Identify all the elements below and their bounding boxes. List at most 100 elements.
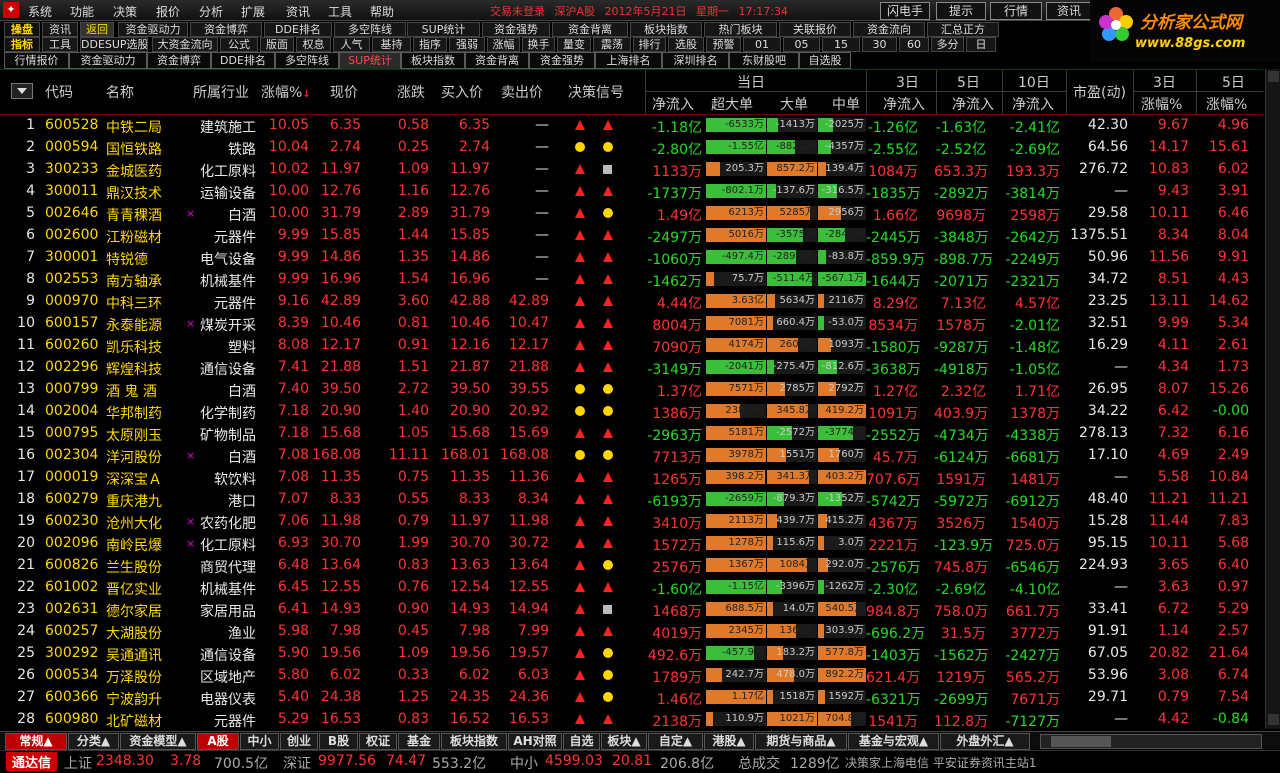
toolbar-left-button[interactable]: 返回 (80, 22, 114, 37)
header-code[interactable]: 代码 (45, 82, 73, 102)
stock-name[interactable]: 洋河股份 (106, 447, 162, 467)
header-medium[interactable]: 中单 (832, 94, 860, 114)
stock-name[interactable]: 辉煌科技 (106, 359, 162, 379)
stock-code[interactable]: 300011 (45, 183, 98, 199)
stock-name[interactable]: 兰生股份 (106, 557, 162, 577)
table-row[interactable]: 9 000970 中科三环 元器件 9.16 42.89 3.60 42.88 42.89 4.4… (0, 290, 1263, 312)
tab-12[interactable]: 自选股 (799, 52, 851, 69)
table-row[interactable]: 21 600826 兰生股份 商贸代理 6.48 13.64 0.83 13.63 13.64 2… (0, 554, 1263, 576)
toolbar-button[interactable]: 资金驱动力 (118, 22, 188, 37)
stock-name[interactable]: 深深宝Ａ (106, 469, 162, 489)
stock-code[interactable]: 600528 (45, 117, 98, 133)
header-signal[interactable]: 决策信号 (568, 82, 624, 102)
table-row[interactable]: 7 300001 特锐德 电气设备 9.99 14.86 1.35 14.86— -1060万 -… (0, 246, 1263, 268)
table-row[interactable]: 24 600257 大湖股份 渔业 5.98 7.98 0.45 7.98 7.99 4019万 2… (0, 620, 1263, 642)
table-row[interactable]: 28 600980 北矿磁材 元器件 5.29 16.53 0.83 16.52 16.53 21… (0, 708, 1263, 730)
table-row[interactable]: 2 000594 国恒铁路 铁路 10.04 2.74 0.25 2.74— -2.80亿 -1.… (0, 136, 1263, 158)
toolbar-button[interactable]: 大资金流向 (152, 37, 218, 52)
table-row[interactable]: 10 600157 永泰能源 × 煤炭开采 8.39 10.46 0.81 10.46 10.47… (0, 312, 1263, 334)
toolbar-button[interactable]: SUP统计 (407, 22, 480, 37)
table-row[interactable]: 3 300233 金城医药 化工原料 10.02 11.97 1.09 11.97—1133万… (0, 158, 1263, 180)
toolbar-button[interactable]: 30 (862, 37, 897, 52)
menu-item[interactable]: 报价 (156, 3, 180, 20)
stock-name[interactable]: 特锐德 (106, 249, 148, 269)
stock-code[interactable]: 300292 (45, 645, 98, 661)
bottom-tab-1[interactable]: 分类▲ (68, 733, 119, 750)
stock-code[interactable]: 300233 (45, 161, 98, 177)
bottom-tab-3[interactable]: A股 (197, 733, 239, 750)
stock-code[interactable]: 300001 (45, 249, 98, 265)
toolbar-left-button[interactable]: 工具 (42, 37, 78, 52)
header-large[interactable]: 大单 (780, 94, 808, 114)
stock-name[interactable]: 大湖股份 (106, 623, 162, 643)
stock-code[interactable]: 600980 (45, 711, 98, 727)
tab-1[interactable]: 资金驱动力 (69, 52, 147, 69)
header-net-inflow[interactable]: 净流入 (652, 94, 694, 114)
toolbar-button[interactable]: 15 (822, 37, 860, 52)
stock-name[interactable]: 华邦制药 (106, 403, 162, 423)
menu-item[interactable]: 工具 (328, 3, 352, 20)
bottom-tab-0[interactable]: 常规▲ (5, 733, 67, 750)
bottom-tab-10[interactable]: AH对照 (508, 733, 562, 750)
stock-code[interactable]: 002600 (45, 227, 98, 243)
toolbar-button[interactable]: 换手 (522, 37, 555, 52)
stock-code[interactable]: 000970 (45, 293, 98, 309)
stock-code[interactable]: 600157 (45, 315, 98, 331)
table-row[interactable]: 4 300011 鼎汉技术 运输设备 10.00 12.76 1.16 12.76— -1737… (0, 180, 1263, 202)
toolbar-button[interactable]: 公式 (220, 37, 258, 52)
toolbar-button[interactable]: 热门板块 (704, 22, 777, 37)
stock-code[interactable]: 002296 (45, 359, 98, 375)
table-row[interactable]: 20 002096 南岭民爆 × 化工原料 6.93 30.70 1.99 30.70 30.72… (0, 532, 1263, 554)
zx-index-name[interactable]: 中小 (510, 753, 538, 773)
bottom-tab-14[interactable]: 港股▲ (704, 733, 754, 750)
table-row[interactable]: 15 000795 太原刚玉 矿物制品 7.18 15.68 1.05 15.68 15.69-… (0, 422, 1263, 444)
horizontal-scroll-thumb[interactable] (1051, 736, 1111, 747)
stock-code[interactable]: 002096 (45, 535, 98, 551)
stock-code[interactable]: 600826 (45, 557, 98, 573)
tab-11[interactable]: 东财股吧 (729, 52, 799, 69)
stock-name[interactable]: 凯乐科技 (106, 337, 162, 357)
stock-name[interactable]: 重庆港九 (106, 491, 162, 511)
toolbar-button[interactable]: 关联报价 (779, 22, 851, 37)
header-change[interactable]: 涨跌 (397, 82, 425, 102)
flash-trade-button[interactable]: 闪电手 (880, 2, 930, 20)
header-name[interactable]: 名称 (106, 82, 134, 102)
toolbar-button[interactable]: DDE排名 (264, 22, 332, 37)
toolbar-button[interactable]: 基持 (372, 37, 411, 52)
toolbar-left-button[interactable]: 指标 (4, 37, 40, 52)
stock-name[interactable]: 晋亿实业 (106, 579, 162, 599)
header-industry[interactable]: 所属行业 (193, 82, 249, 102)
stock-code[interactable]: 600366 (45, 689, 98, 705)
stock-code[interactable]: 002553 (45, 271, 98, 287)
bottom-tab-13[interactable]: 自定▲ (648, 733, 703, 750)
bottom-tab-9[interactable]: 板块指数 (441, 733, 507, 750)
toolbar-button[interactable]: 多空阵线 (334, 22, 406, 37)
header-bid[interactable]: 买入价 (441, 82, 483, 102)
stock-name[interactable]: 太原刚玉 (106, 425, 162, 445)
table-row[interactable]: 16 002304 洋河股份 × 白酒 7.08 168.08 11.11 168.01 168.… (0, 444, 1263, 466)
table-row[interactable]: 8 002553 南方轴承 机械基件 9.99 16.96 1.54 16.96— -1462万… (0, 268, 1263, 290)
stock-code[interactable]: 000594 (45, 139, 98, 155)
header-change-pct[interactable]: 涨幅%↓ (261, 82, 311, 102)
stock-code[interactable]: 600260 (45, 337, 98, 353)
menu-item[interactable]: 扩展 (241, 3, 265, 20)
stock-code[interactable]: 000019 (45, 469, 98, 485)
menu-item[interactable]: 决策 (113, 3, 137, 20)
toolbar-button[interactable]: 资金流向 (853, 22, 925, 37)
toolbar-button[interactable]: 汇总正方 (927, 22, 999, 37)
header-3day-net[interactable]: 净流入 (883, 94, 925, 114)
stock-name[interactable]: 江粉磁材 (106, 227, 162, 247)
menu-item[interactable]: 帮助 (370, 3, 394, 20)
column-menu-button[interactable] (11, 83, 33, 99)
stock-name[interactable]: 中科三环 (106, 293, 162, 313)
stock-name[interactable]: 金城医药 (106, 161, 162, 181)
stock-name[interactable]: 宁波韵升 (106, 689, 162, 709)
stock-code[interactable]: 000534 (45, 667, 98, 683)
tab-8[interactable]: 资金强势 (529, 52, 595, 69)
stock-code[interactable]: 002646 (45, 205, 98, 221)
toolbar-button[interactable]: 强弱 (449, 37, 485, 52)
stock-name[interactable]: 南岭民爆 (106, 535, 162, 555)
stock-code[interactable]: 000799 (45, 381, 98, 397)
table-row[interactable]: 22 601002 晋亿实业 机械基件 6.45 12.55 0.76 12.54 12.55-… (0, 576, 1263, 598)
tab-5[interactable]: SUP统计 (339, 52, 401, 69)
